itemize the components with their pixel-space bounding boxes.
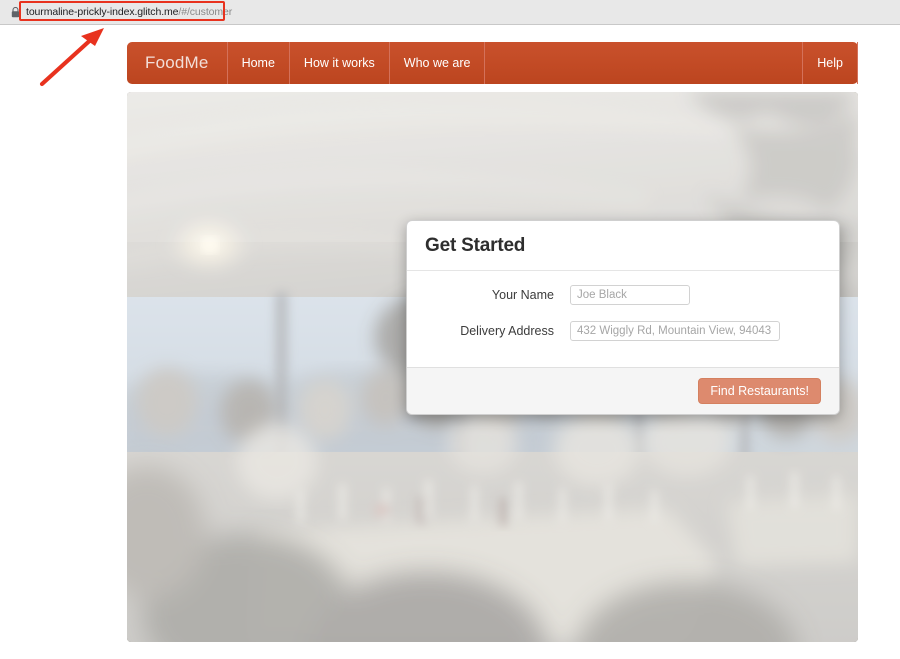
modal-header: Get Started <box>407 221 839 271</box>
address-bar[interactable]: tourmaline-prickly-index.glitch.me/#/cus… <box>5 3 285 22</box>
get-started-modal: Get Started Your Name Delivery Address F… <box>406 220 840 415</box>
nav-link-home[interactable]: Home <box>228 42 290 84</box>
nav-link-how-it-works[interactable]: How it works <box>290 42 390 84</box>
lock-icon <box>11 7 20 18</box>
form-row-name: Your Name <box>425 285 821 305</box>
nav-link-help[interactable]: Help <box>802 42 858 84</box>
navbar-left-group: FoodMe Home How it works Who we are <box>127 42 486 84</box>
modal-title: Get Started <box>425 235 526 256</box>
delivery-address-input[interactable] <box>570 321 780 341</box>
nav-link-who-we-are[interactable]: Who we are <box>390 42 486 84</box>
navbar-brand[interactable]: FoodMe <box>127 42 228 84</box>
delivery-address-label: Delivery Address <box>460 324 554 338</box>
find-restaurants-button[interactable]: Find Restaurants! <box>698 378 821 404</box>
your-name-label: Your Name <box>491 288 554 302</box>
navbar-spacer <box>485 42 802 84</box>
your-name-input[interactable] <box>570 285 690 305</box>
modal-footer: Find Restaurants! <box>407 367 839 414</box>
url-domain: tourmaline-prickly-index.glitch.me <box>26 6 179 18</box>
modal-body: Your Name Delivery Address <box>407 271 839 367</box>
url-text: tourmaline-prickly-index.glitch.me/#/cus… <box>26 3 232 22</box>
url-path: /#/customer <box>178 6 233 18</box>
navbar-right-group: Help <box>802 42 858 84</box>
form-row-address: Delivery Address <box>425 321 821 341</box>
browser-chrome: tourmaline-prickly-index.glitch.me/#/cus… <box>0 0 900 25</box>
hero-image: Get Started Your Name Delivery Address F… <box>127 92 858 642</box>
navbar: FoodMe Home How it works Who we are Help <box>127 42 858 84</box>
page-content: FoodMe Home How it works Who we are Help <box>0 26 900 659</box>
